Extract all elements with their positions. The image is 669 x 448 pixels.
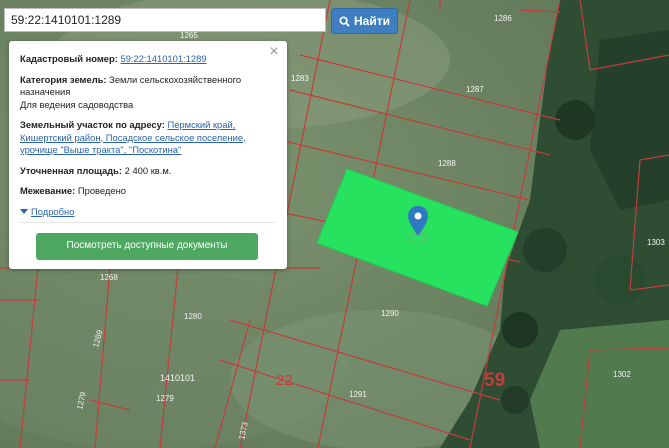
- region-label: 59: [484, 370, 505, 391]
- area-row: Уточненная площадь: 2 400 кв.м.: [20, 165, 275, 178]
- land-category-value: Земли сельскохозяйственного: [109, 73, 242, 85]
- address-link-line3[interactable]: урочище "Выше тракта", "Поскотина": [20, 144, 275, 157]
- tree-cluster: [501, 386, 529, 414]
- details-link[interactable]: Подробно: [31, 206, 74, 219]
- land-category-value-cont: назначения: [20, 86, 71, 97]
- tree-cluster: [523, 228, 567, 272]
- parcel-label: 1303: [647, 238, 665, 247]
- parcel-label: 1265: [180, 31, 198, 40]
- search-icon: [339, 15, 350, 27]
- triangle-down-icon: [20, 209, 28, 215]
- parcel-label: 1283: [291, 74, 309, 83]
- parcel-label: 1286: [494, 14, 512, 23]
- view-documents-button[interactable]: Посмотреть доступные документы: [36, 233, 258, 260]
- address-link-line1[interactable]: Пермский край,: [167, 119, 235, 130]
- search-button[interactable]: Найти: [331, 8, 398, 34]
- parcel-label: 1288: [438, 159, 456, 168]
- cadastral-number-label: Кадастровый номер:: [20, 53, 118, 64]
- survey-label: Межевание:: [20, 185, 76, 196]
- parcel-label: 1291: [349, 390, 367, 399]
- details-toggle[interactable]: Подробно: [20, 206, 275, 219]
- search-input[interactable]: [4, 8, 326, 32]
- parcel-label: 1268: [100, 273, 118, 282]
- tree-cluster: [595, 255, 645, 305]
- close-icon[interactable]: ×: [268, 44, 280, 60]
- parcel-label: 1280: [184, 312, 202, 321]
- area-value: 2 400 кв.м.: [124, 164, 172, 176]
- address-row: Земельный участок по адресу: Пермский кр…: [20, 119, 275, 157]
- parcel-label: 1287: [466, 85, 484, 94]
- address-label: Земельный участок по адресу:: [20, 119, 165, 130]
- cadastral-number-link[interactable]: 59:22:1410101:1289: [120, 53, 206, 64]
- survey-value: Проведено: [77, 185, 126, 196]
- tree-cluster: [555, 100, 595, 140]
- area-label: Уточненная площадь:: [20, 164, 123, 176]
- parcel-label: 1290: [381, 309, 399, 318]
- address-link-line2[interactable]: Кишертский район, Посадское сельское пос…: [20, 132, 275, 145]
- district-label: 22: [276, 372, 293, 389]
- permitted-use-value: Для ведения садоводства: [20, 98, 134, 110]
- land-category-row: Категория земель: Земли сельскохозяйстве…: [20, 74, 275, 112]
- land-category-label: Категория земель:: [20, 73, 107, 85]
- divider: [20, 222, 275, 223]
- parcel-label: 1302: [613, 370, 631, 379]
- parcel-info-popup: × Кадастровый номер: 59:22:1410101:1289 …: [9, 41, 287, 269]
- survey-row: Межевание: Проведено: [20, 185, 275, 198]
- parcel-label: 1279: [156, 394, 174, 403]
- tree-cluster: [502, 312, 538, 348]
- search-button-label: Найти: [354, 14, 390, 28]
- parcel-label: 1410101: [160, 373, 195, 383]
- cadastral-number-row: Кадастровый номер: 59:22:1410101:1289: [20, 53, 275, 66]
